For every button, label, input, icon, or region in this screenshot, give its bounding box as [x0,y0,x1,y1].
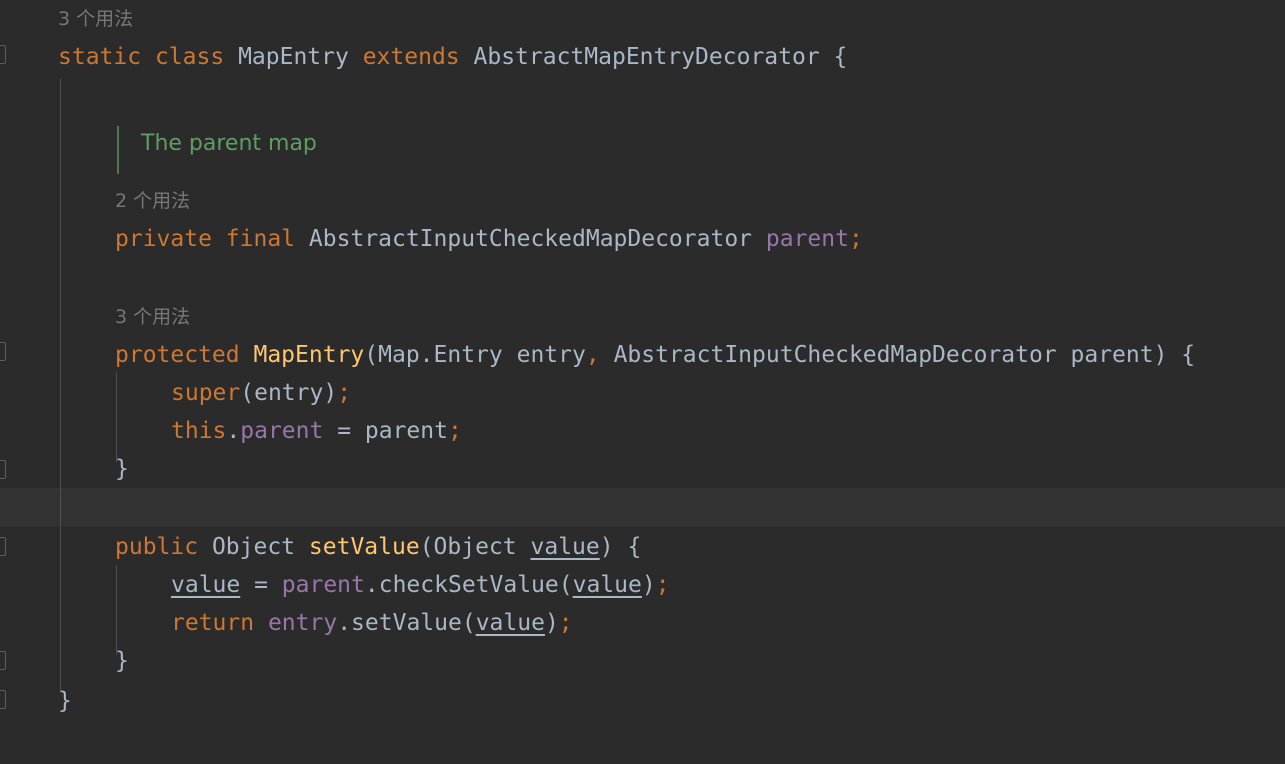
code-token: ) [641,572,656,598]
code-token: final [225,226,296,252]
line-field-parent[interactable]: private final AbstractInputCheckedMapDec… [115,220,863,258]
code-token: MapEntry [238,44,349,70]
code-token: ( [364,342,379,368]
code-token: ) { [599,534,642,560]
editor-gutter[interactable] [0,0,12,764]
code-editor[interactable]: The parent map 3 个用法 2 个用法 3 个用法 static cl… [0,0,1285,764]
line-constructor-signature[interactable]: protected MapEntry(Map.Entry entry, Abst… [115,336,1195,374]
line-this-parent-assign[interactable]: this.parent = parent; [171,412,462,450]
code-token: static [58,44,142,70]
code-token: . [226,418,241,444]
code-token: AbstractInputCheckedMapDecorator [308,226,753,252]
line-class-close-brace[interactable]: } [58,682,72,720]
code-token: protected [115,342,240,368]
code-token: value [475,610,545,636]
current-line-highlight [0,488,1285,526]
line-setvalue-signature[interactable]: public Object setValue(Object value) { [115,528,641,566]
code-token: ; [337,380,352,406]
line-constructor-close-brace[interactable]: } [115,450,129,488]
code-token: ; [558,610,573,636]
code-token: parent) { [1056,342,1196,368]
javadoc-rendered-text[interactable]: The parent map [141,128,317,160]
inlay-hint-usages-0[interactable]: 3 个用法 [58,4,133,34]
code-token: } [115,456,129,482]
code-token: (entry) [240,380,338,406]
code-token: return [171,610,255,636]
code-token: AbstractMapEntryDecorator [473,44,820,70]
code-token: parent [240,418,324,444]
code-token: } [58,688,72,714]
code-token: value [530,534,600,560]
code-token: ( [419,534,434,560]
code-token: } [115,648,129,674]
code-token: Object [433,534,517,560]
code-token: ) [544,610,559,636]
code-token: Map.Entry [378,342,503,368]
code-token: { [819,44,848,70]
code-token: .setValue( [337,610,476,636]
indent-guide-0 [60,79,61,691]
line-return-setvalue[interactable]: return entry.setValue(value); [171,604,573,642]
code-token: parent [765,226,849,252]
code-token: setValue [308,534,420,560]
indent-guide-1 [116,372,117,462]
code-token: super [171,380,241,406]
code-token: = parent [323,418,448,444]
line-value-assign[interactable]: value = parent.checkSetValue(value); [171,566,670,604]
javadoc-rendered-bar [117,126,119,174]
usage-marker-class[interactable] [0,45,6,64]
code-token: = [240,572,282,598]
code-token: Object [211,534,296,560]
code-token: class [154,44,225,70]
code-token: ; [848,226,863,252]
code-token: this [171,418,227,444]
code-token: MapEntry [253,342,365,368]
line-setvalue-close-brace[interactable]: } [115,642,129,680]
usage-marker-brace-3[interactable] [0,690,6,709]
code-token: ; [447,418,462,444]
code-token: extends [362,44,460,70]
usage-marker-constructor[interactable] [0,342,6,361]
code-token: entry [267,610,338,636]
usage-marker-setvalue[interactable] [0,537,6,556]
code-token: entry [502,342,586,368]
code-token: , [585,342,600,368]
code-token: AbstractInputCheckedMapDecorator [613,342,1057,368]
usage-marker-brace-2[interactable] [0,651,6,670]
inlay-hint-usages-2[interactable]: 3 个用法 [115,302,190,332]
code-token: public [115,534,199,560]
code-token: private [115,226,212,252]
line-super-call[interactable]: super(entry); [171,374,351,412]
code-token: value [572,572,642,598]
code-token: ; [655,572,670,598]
code-token: value [171,572,241,598]
usage-marker-brace-1[interactable] [0,460,6,479]
line-class-declaration[interactable]: static class MapEntry extends AbstractMa… [58,38,847,76]
code-token: parent [281,572,365,598]
inlay-hint-usages-1[interactable]: 2 个用法 [115,186,190,216]
code-token: .checkSetValue( [364,572,573,598]
